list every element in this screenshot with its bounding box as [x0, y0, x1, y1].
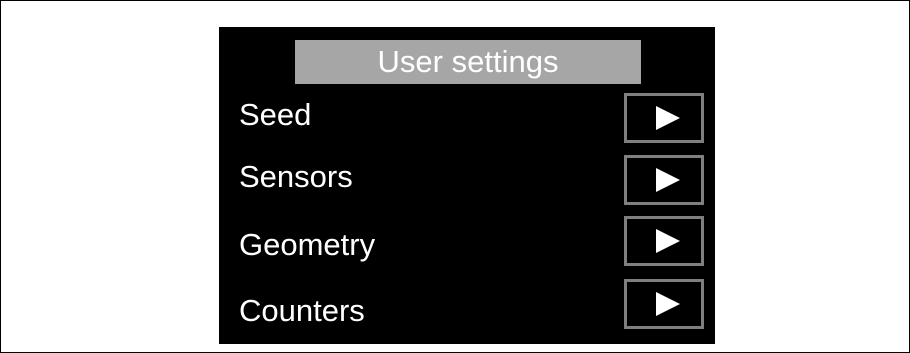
seed-open-button[interactable] — [624, 93, 704, 143]
counters-open-button[interactable] — [624, 279, 704, 329]
figure-frame: User settings Seed Sensors Geometry Coun… — [0, 0, 910, 353]
menu-item-label: Seed — [239, 97, 312, 132]
play-right-arrow-icon — [656, 229, 680, 253]
settings-screen: User settings Seed Sensors Geometry Coun… — [219, 27, 715, 344]
menu-item-counters: Counters — [219, 279, 715, 351]
screen-title: User settings — [295, 40, 641, 84]
menu-item-label: Counters — [239, 293, 365, 328]
play-right-arrow-icon — [656, 292, 680, 316]
menu-item-label: Sensors — [239, 159, 353, 194]
play-right-arrow-icon — [656, 106, 680, 130]
play-right-arrow-icon — [656, 168, 680, 192]
menu-item-label: Geometry — [239, 227, 376, 262]
geometry-open-button[interactable] — [624, 216, 704, 266]
sensors-open-button[interactable] — [624, 155, 704, 205]
